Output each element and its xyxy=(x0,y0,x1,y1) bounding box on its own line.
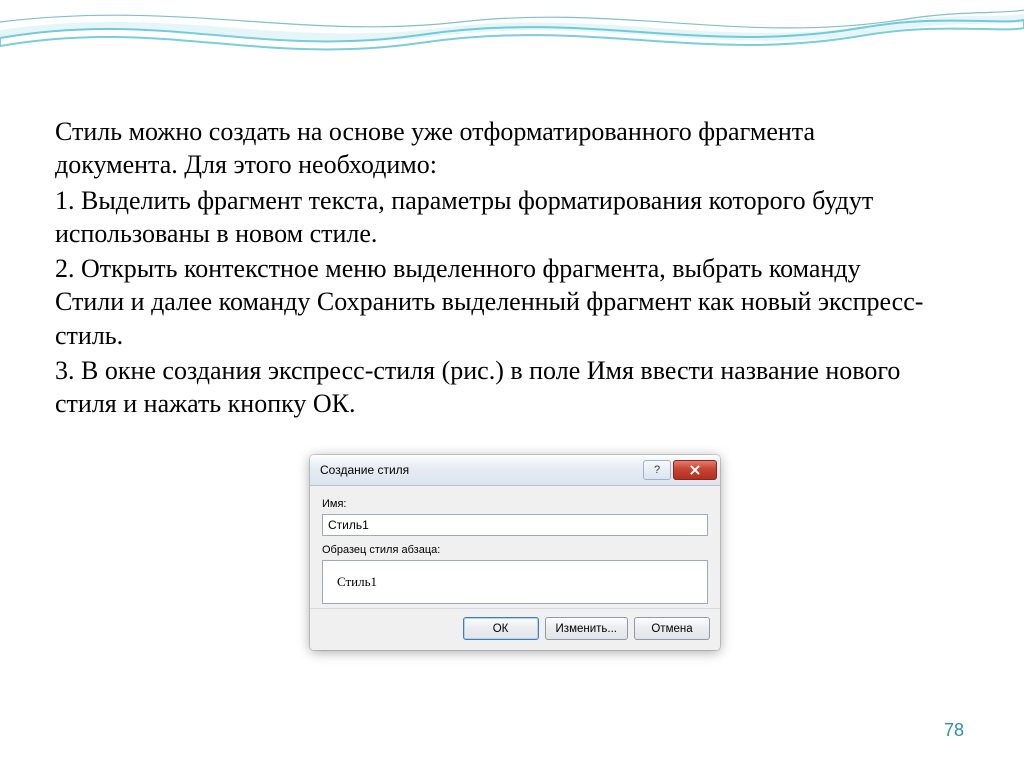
body-text: Стиль можно создать на основе уже отформ… xyxy=(55,115,935,422)
dialog-titlebar: Создание стиля ? xyxy=(310,455,720,486)
modify-button[interactable]: Изменить... xyxy=(545,617,628,640)
cancel-button[interactable]: Отмена xyxy=(634,617,710,640)
preview-label: Образец стиля абзаца: xyxy=(322,544,708,556)
paragraph-step3: 3. В окне создания экспресс-стиля (рис.)… xyxy=(55,354,935,421)
name-field-label: Имя: xyxy=(322,498,708,510)
create-style-dialog: Создание стиля ? Имя: Образец стиля абза… xyxy=(310,455,720,650)
paragraph-step1: 1. Выделить фрагмент текста, параметры ф… xyxy=(55,184,935,251)
style-preview-text: Стиль1 xyxy=(337,574,377,590)
close-icon xyxy=(689,464,701,476)
page-number: 78 xyxy=(944,720,964,741)
close-button[interactable] xyxy=(673,460,717,480)
decorative-wave xyxy=(0,0,1024,60)
help-button[interactable]: ? xyxy=(643,460,671,480)
dialog-body: Имя: Образец стиля абзаца: Стиль1 xyxy=(310,486,720,608)
slide: Стиль можно создать на основе уже отформ… xyxy=(0,0,1024,767)
dialog-footer: ОК Изменить... Отмена xyxy=(310,608,720,650)
style-preview: Стиль1 xyxy=(322,560,708,604)
paragraph-intro: Стиль можно создать на основе уже отформ… xyxy=(55,115,935,182)
dialog-title: Создание стиля xyxy=(320,463,643,477)
paragraph-step2: 2. Открыть контекстное меню выделенного … xyxy=(55,252,935,352)
ok-button[interactable]: ОК xyxy=(463,617,539,640)
style-name-input[interactable] xyxy=(322,514,708,536)
